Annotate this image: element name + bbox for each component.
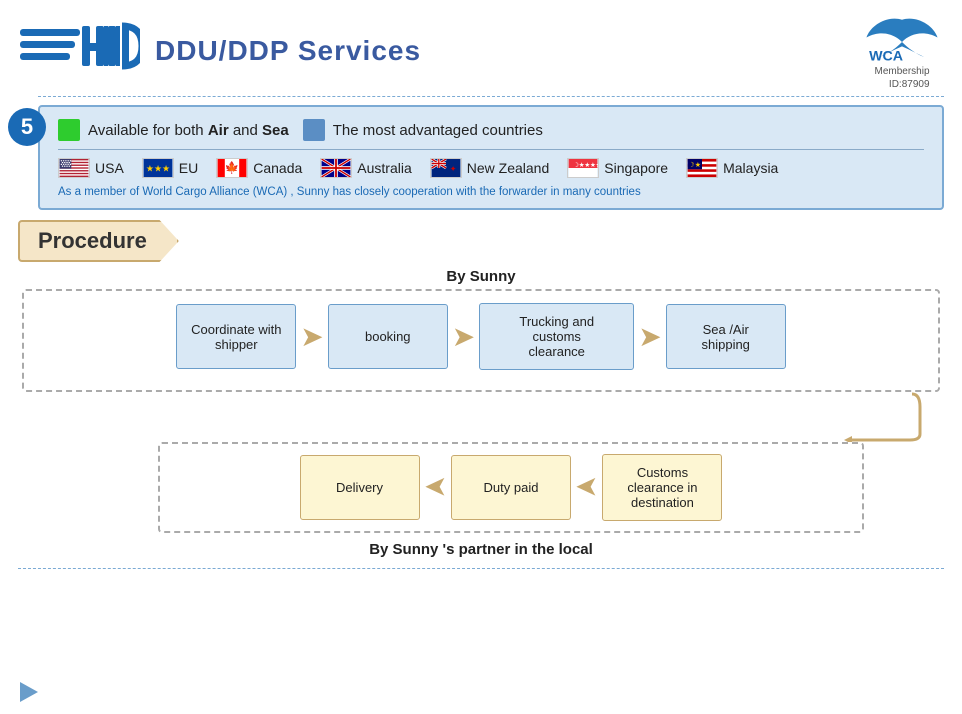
top-flow-container: Coordinate withshipper ➤ booking ➤ Truck… [22,289,940,392]
legend-air-sea-text: Available for both Air and Sea [88,122,289,139]
flag-malaysia-label: Malaysia [723,160,778,176]
green-square-icon [58,119,80,141]
curve-connector [22,392,940,442]
flag-eu: ★★★ EU [142,158,198,178]
malaysia-flag-icon: ☽★ [686,158,718,178]
bottom-divider [18,568,944,569]
step-delivery: Delivery [300,455,420,520]
legend-air-sea: Available for both Air and Sea [58,119,289,141]
wca-logo: WCA [862,10,942,65]
eu-flag-icon: ★★★ [142,158,174,178]
singapore-flag-icon: ☽★★★★★ [567,158,599,178]
wca-membership-text: Membership ID:87909 [874,65,929,91]
info-box: Available for both Air and Sea The most … [38,105,944,210]
arrow-1-icon: ➤ [300,320,323,353]
flag-australia: Australia [320,158,411,178]
flag-singapore-label: Singapore [604,160,668,176]
svg-text:✦: ✦ [450,165,457,174]
procedure-section: Procedure [18,220,944,262]
svg-text:☽★★★★★: ☽★★★★★ [573,162,599,169]
legend-countries-text: The most advantaged countries [333,122,543,139]
svg-text:★★★: ★★★ [146,164,170,174]
flag-usa-label: USA [95,160,124,176]
full-flow-section: By Sunny Coordinate withshipper ➤ bookin… [18,268,944,558]
step-coordinate: Coordinate withshipper [176,304,296,369]
svg-text:WCA: WCA [869,49,903,65]
top-flow-row: Coordinate withshipper ➤ booking ➤ Truck… [34,303,928,370]
step-customs-dest: Customsclearance indestination [602,454,722,521]
arrow-back-1-icon: ➤ [424,471,447,504]
svg-text:☽★: ☽★ [688,160,701,169]
divider [58,149,924,150]
page-title: DDU/DDP Services [155,35,421,67]
flag-canada: 🍁 Canada [216,158,302,178]
step-booking: booking [328,304,448,369]
curve-arrow-svg [842,392,922,442]
usa-flag-icon [58,158,90,178]
flag-eu-label: EU [179,160,198,176]
legend-countries: The most advantaged countries [303,119,543,141]
procedure-badge: Procedure [18,220,179,262]
arrow-2-icon: ➤ [452,320,475,353]
svg-text:🍁: 🍁 [225,161,240,175]
arrow-back-2-icon: ➤ [575,471,598,504]
flag-malaysia: ☽★ Malaysia [686,158,778,178]
flag-australia-label: Australia [357,160,411,176]
step-trucking: Trucking andcustomsclearance [479,303,634,370]
hmd-logo [20,21,140,81]
new-zealand-flag-icon: ✦ [430,158,462,178]
procedure-label-row: Procedure [18,220,944,262]
bottom-triangle-icon [20,682,38,702]
bottom-flow-row: Delivery ➤ Duty paid ➤ Customsclearance … [170,454,852,521]
bottom-flow-container: Delivery ➤ Duty paid ➤ Customsclearance … [158,442,864,533]
step-number-badge: 5 [8,108,46,146]
flag-singapore: ☽★★★★★ Singapore [567,158,668,178]
flags-row: USA ★★★ EU 🍁 Canada [58,158,924,178]
logo-area: DDU/DDP Services [20,21,421,81]
arrow-3-icon: ➤ [638,320,661,353]
canada-flag-icon: 🍁 [216,158,248,178]
by-partner-label: By Sunny 's partner in the local [18,541,944,558]
step-duty-paid: Duty paid [451,455,571,520]
header: DDU/DDP Services WCA Membership ID:87909 [0,0,962,96]
flag-new-zealand-label: New Zealand [467,160,550,176]
step-shipping: Sea /Airshipping [666,304,786,369]
flag-new-zealand: ✦ New Zealand [430,158,550,178]
australia-flag-icon [320,158,352,178]
wca-badge: WCA Membership ID:87909 [862,10,942,91]
blue-square-icon [303,119,325,141]
by-sunny-label: By Sunny [18,268,944,285]
legend-row: Available for both Air and Sea The most … [58,119,924,141]
flag-usa: USA [58,158,124,178]
flag-canada-label: Canada [253,160,302,176]
wca-note: As a member of World Cargo Alliance (WCA… [58,186,924,198]
